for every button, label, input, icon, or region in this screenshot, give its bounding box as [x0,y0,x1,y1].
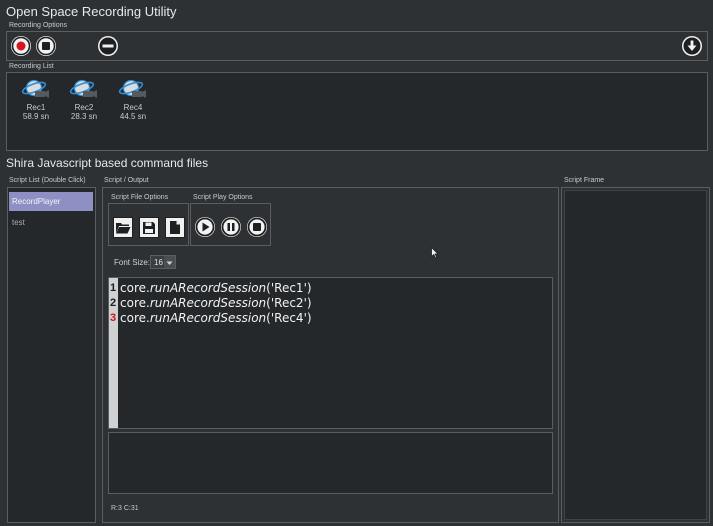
new-file-icon [170,221,180,234]
code-object: core. [120,311,150,325]
script-frame [561,187,710,523]
recording-item-rec2[interactable]: Rec2 28.3 sn [64,77,104,121]
code-function: runARecordSession [149,281,267,295]
recording-duration: 58.9 sn [22,112,50,121]
stop-icon [247,217,267,237]
script-list: RecordPlayer test [7,187,96,523]
recording-options-label: Recording Options [9,22,67,29]
line-number: 1 [109,282,117,294]
script-list-item-recordplayer[interactable]: RecordPlayer [9,192,93,211]
code-object: core. [120,281,150,295]
script-play-options-group [190,203,271,246]
code-function: runARecordSession [149,296,267,310]
recording-list-label: Recording List [9,63,54,70]
code-editor[interactable]: 1 core.runARecordSession('Rec1') 2 core.… [108,277,553,429]
download-recording-button[interactable] [682,36,702,56]
open-file-button[interactable] [113,217,133,238]
record-icon [11,36,31,56]
script-file-options-label: Script File Options [111,194,169,201]
recording-item-rec4[interactable]: Rec4 44.5 sn [113,77,153,121]
script-frame-label: Script Frame [564,177,605,184]
recording-item-rec1[interactable]: Rec1 58.9 sn [16,77,56,121]
recording-list: Rec1 58.9 sn Rec2 28.3 sn Rec4 44.5 sn [6,72,708,151]
font-size-select[interactable]: 16 [150,255,176,269]
script-output-label: Script / Output [104,177,149,184]
line-number: 2 [109,297,117,309]
font-size-label: Font Size: [114,258,151,267]
pause-icon [221,217,241,237]
download-icon [683,37,701,55]
recording-globe-camera-icon [69,79,97,98]
pause-script-button[interactable] [221,217,241,237]
script-list-item-test[interactable]: test [9,213,93,232]
recording-globe-camera-icon [118,79,146,98]
save-file-button[interactable] [139,217,159,238]
cursor-position-status: R:3 C:31 [111,505,139,512]
recording-options-group [6,31,708,61]
script-output-console[interactable] [108,432,553,494]
script-play-options-label: Script Play Options [193,194,253,201]
code-object: core. [120,296,150,310]
stop-recording-button[interactable] [36,36,56,56]
mouse-cursor-icon [431,247,439,259]
remove-recording-button[interactable] [98,36,118,56]
chevron-down-icon [166,261,173,265]
folder-open-icon [116,222,131,233]
recording-name: Rec2 [74,103,94,112]
play-icon [195,217,215,237]
minus-icon [99,37,117,55]
font-size-value: 16 [154,258,163,267]
font-size-dropdown-toggle[interactable] [164,256,175,268]
code-function: runARecordSession [149,311,267,325]
play-script-button[interactable] [195,217,215,237]
save-icon [143,221,155,234]
app-title: Open Space Recording Utility [6,4,177,19]
line-number-error: 3 [109,312,117,324]
record-button[interactable] [11,36,31,56]
stop-script-button[interactable] [247,217,267,237]
script-frame-canvas [564,190,707,520]
script-file-options-group [108,203,189,246]
script-list-label: Script List (Double Click) [9,177,86,184]
recording-name: Rec1 [26,103,46,112]
new-file-button[interactable] [165,217,185,238]
script-output-panel: Script File Options Script Play Options … [102,187,559,523]
code-argument: ('Rec1') [266,281,312,295]
section-title: Shira Javascript based command files [6,156,209,170]
stop-icon [36,36,56,56]
recording-duration: 44.5 sn [119,112,147,121]
recording-globe-camera-icon [21,79,49,98]
code-argument: ('Rec2') [266,296,312,310]
recording-duration: 28.3 sn [70,112,98,121]
code-argument: ('Rec4') [266,311,312,325]
recording-name: Rec4 [123,103,143,112]
